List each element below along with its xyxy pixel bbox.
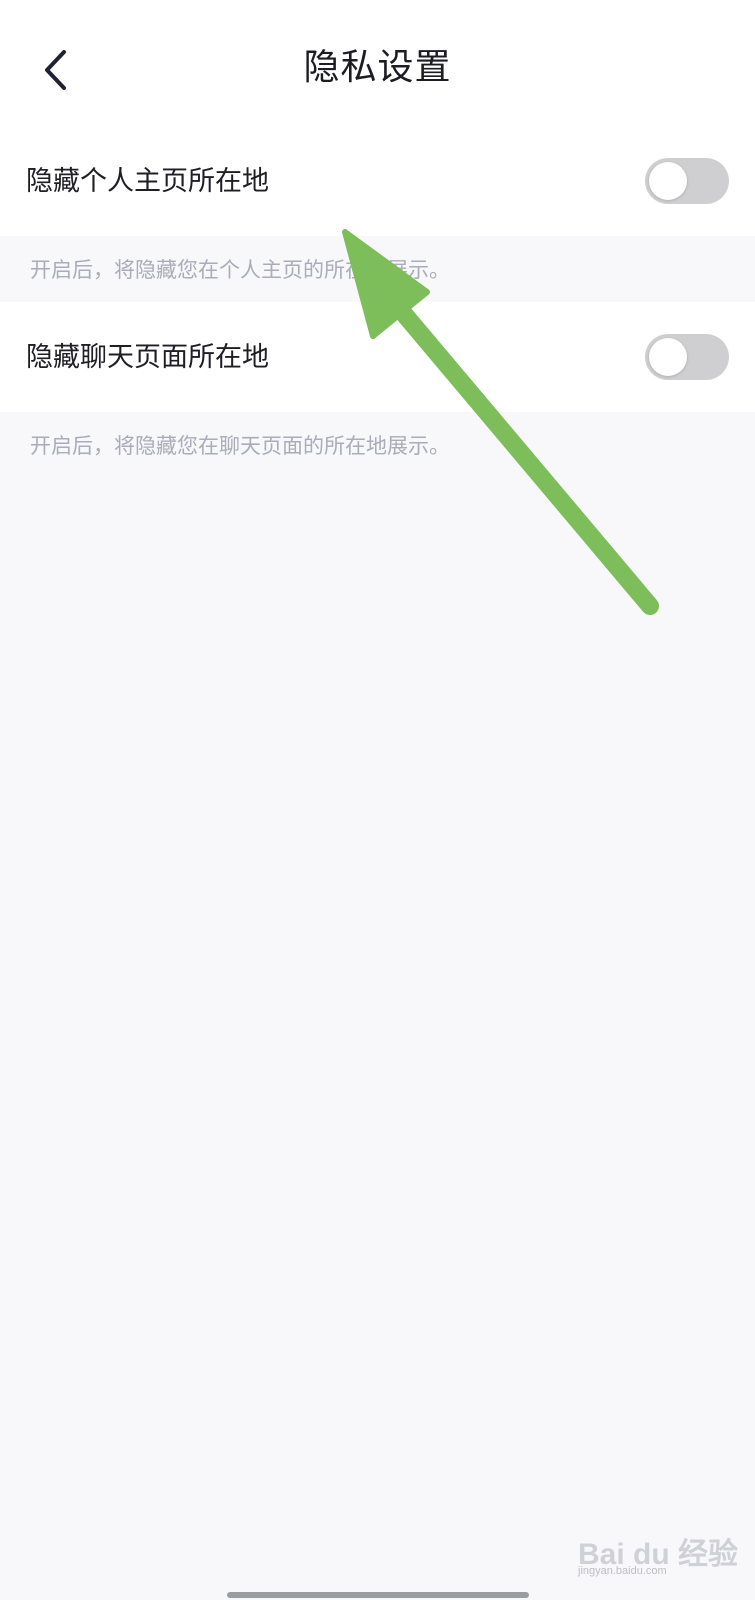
watermark-logo: Bai du 经验 jingyan.baidu.com [578,1521,738,1581]
home-indicator[interactable] [227,1592,529,1598]
annotation-arrow-icon [342,229,659,615]
watermark-site: jingyan.baidu.com [578,1565,667,1577]
privacy-settings-screen: 隐私设置 隐藏个人主页所在地 开启后，将隐藏您在个人主页的所在地展示。 隐藏聊天… [0,0,755,1600]
